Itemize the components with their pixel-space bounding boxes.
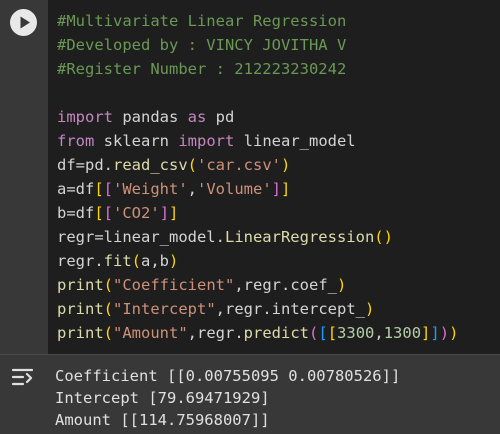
code-line-6: from sklearn import linear_model (57, 132, 356, 150)
code-editor[interactable]: #Multivariate Linear Regression #Develop… (48, 0, 500, 354)
code-line-7: df=pd.read_csv('car.csv') (57, 156, 291, 174)
code-line-8: a=df[['Weight','Volume']] (57, 180, 291, 198)
play-icon (20, 16, 30, 29)
run-cell-button[interactable] (10, 9, 37, 36)
output-line-intercept: Intercept [79.69471929] (55, 389, 270, 407)
code-line-10: regr=linear_model.LinearRegression() (57, 228, 393, 246)
cell-output: Coefficient [[0.00755095 0.00780526]] In… (0, 355, 500, 434)
code-cell[interactable]: #Multivariate Linear Regression #Develop… (0, 0, 500, 354)
code-line-14: print("Amount",regr.predict([[3300,1300]… (57, 324, 459, 342)
code-line-12: print("Coefficient",regr.coef_) (57, 276, 347, 294)
code-line-3: #Register Number : 212223230242 (57, 60, 347, 78)
code-line-13: print("Intercept",regr.intercept_) (57, 300, 375, 318)
output-line-coefficient: Coefficient [[0.00755095 0.00780526]] (55, 367, 401, 385)
code-line-9: b=df[['CO2']] (57, 204, 179, 222)
code-line-5: import pandas as pd (57, 108, 235, 126)
code-line-11: regr.fit(a,b) (57, 252, 179, 270)
code-line-2: #Developed by : VINCY JOVITHA V (57, 36, 347, 54)
output-line-amount: Amount [[114.75968007]] (55, 411, 270, 429)
clear-output-icon[interactable] (10, 365, 36, 389)
code-line-1: #Multivariate Linear Regression (57, 12, 347, 30)
cell-gutter (0, 0, 48, 354)
